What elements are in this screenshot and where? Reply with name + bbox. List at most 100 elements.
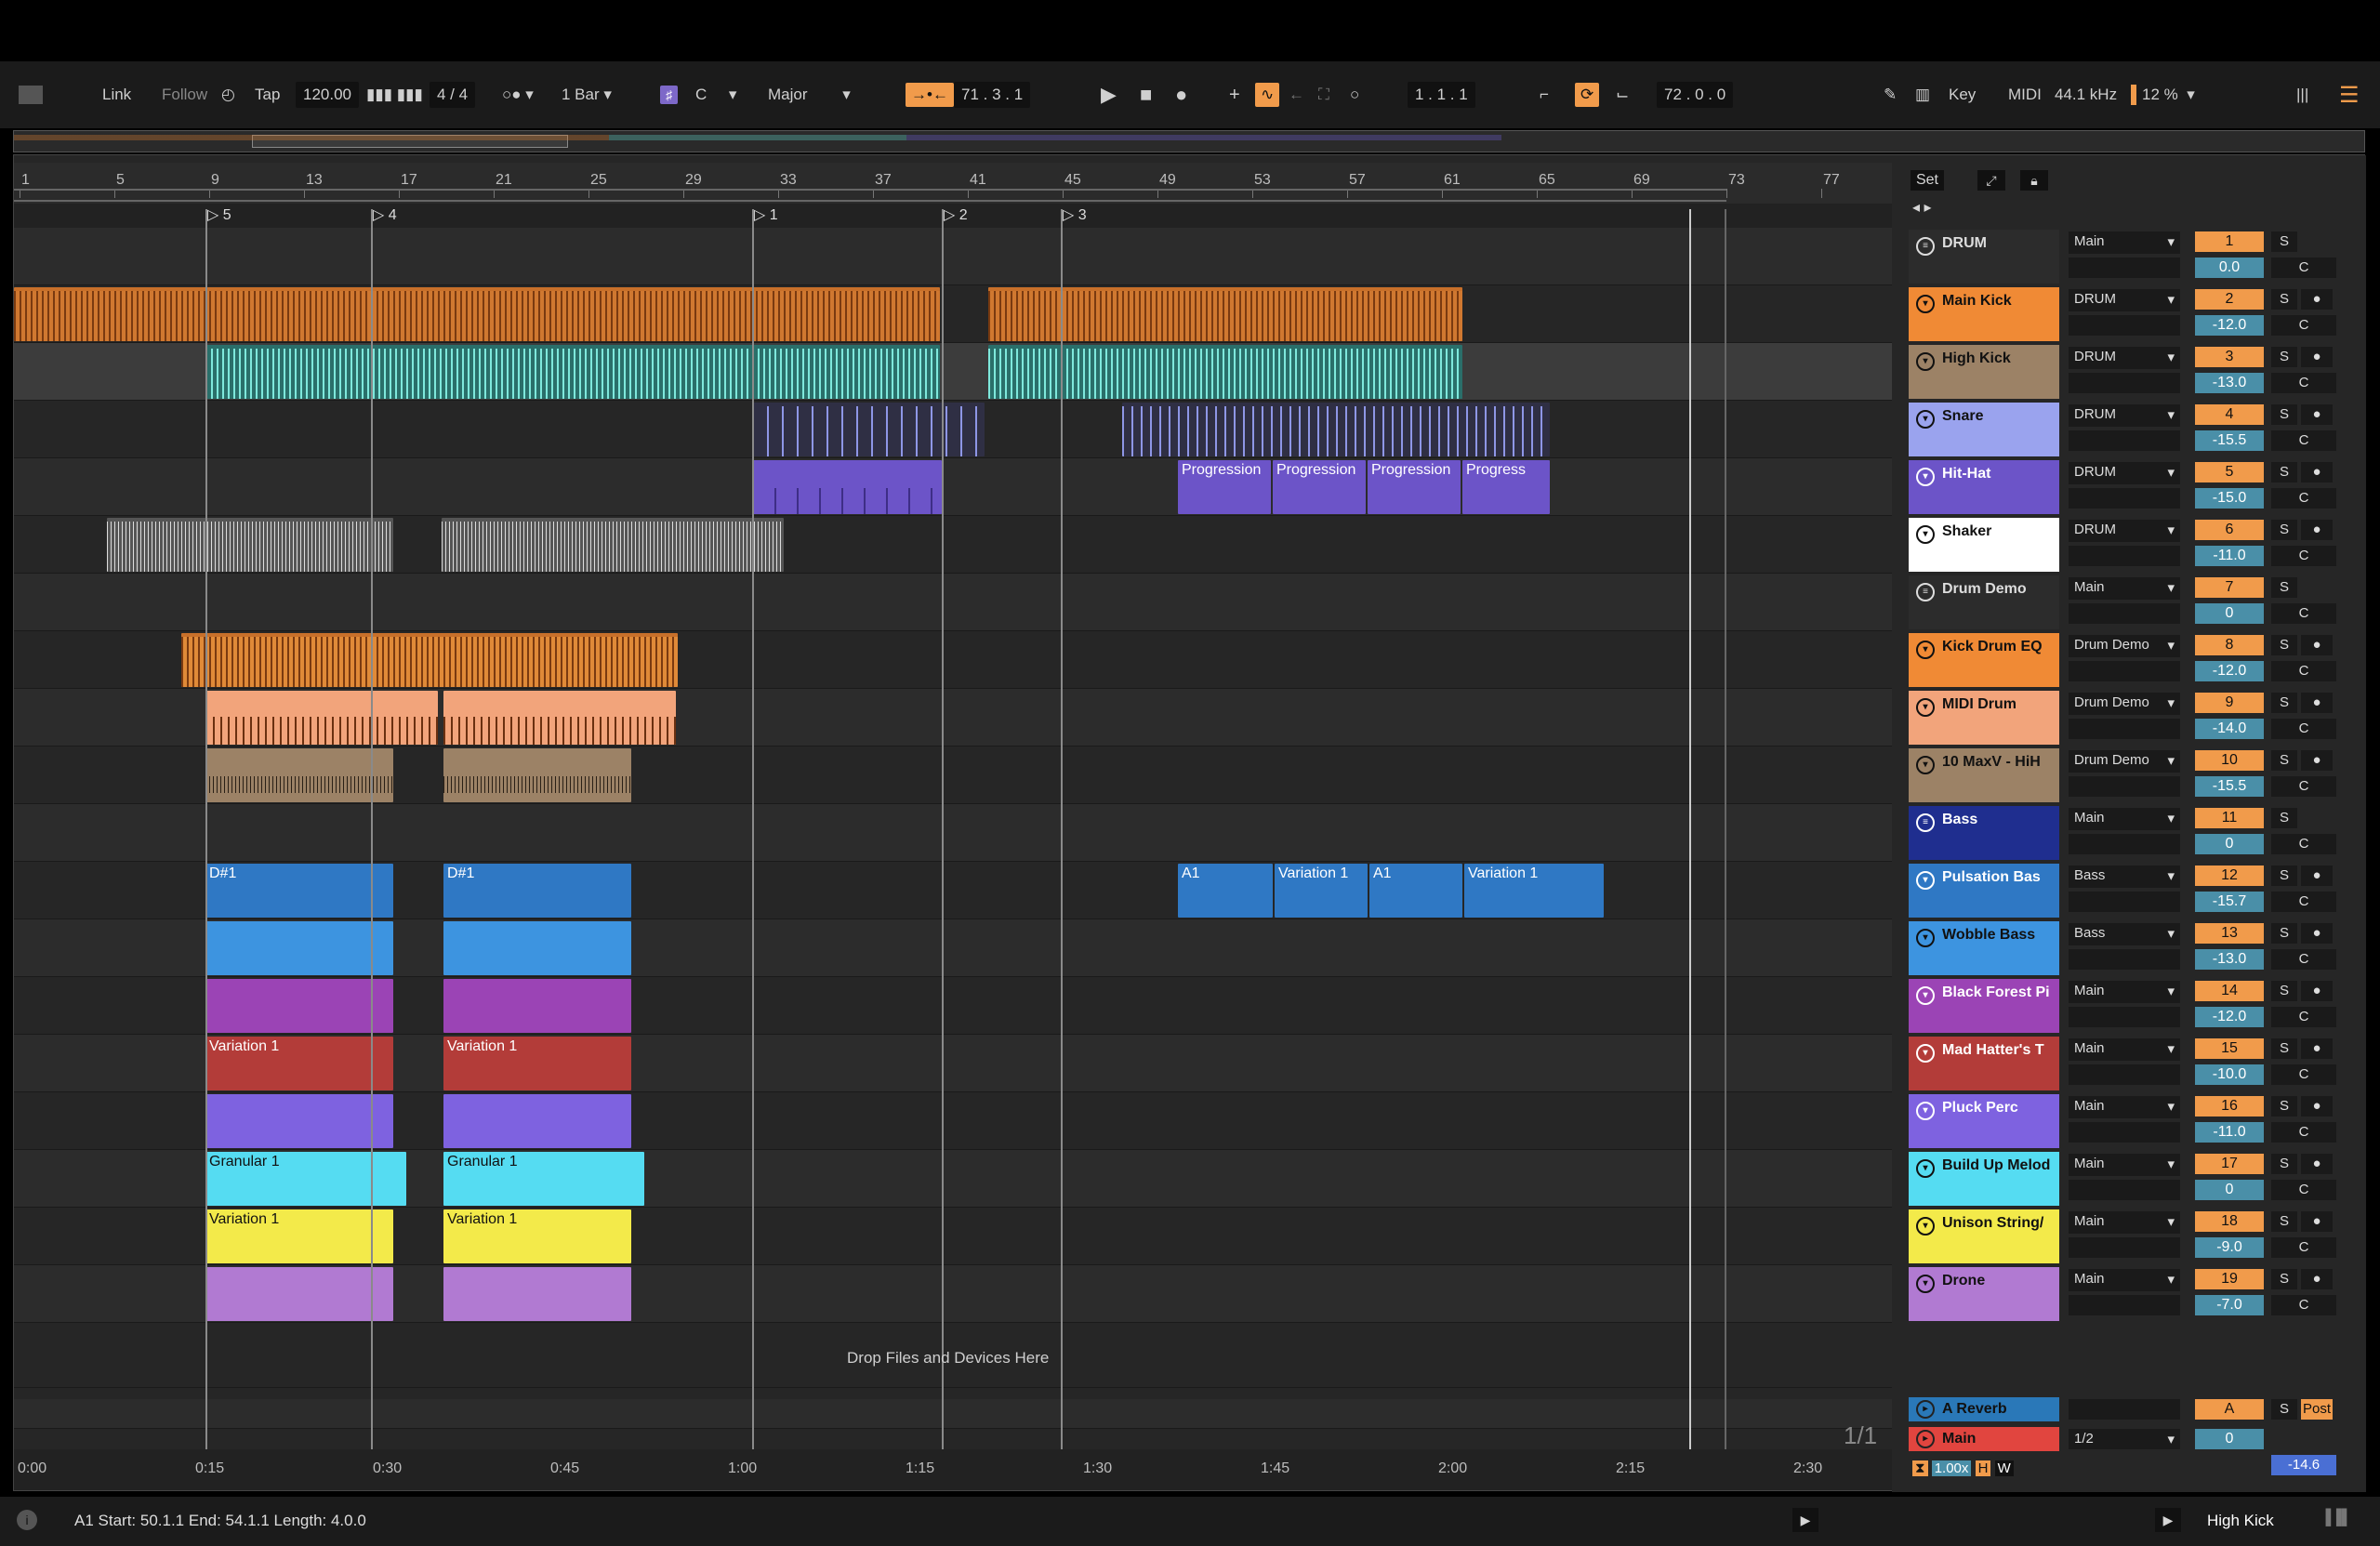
volume-field[interactable]: -9.0 xyxy=(2195,1237,2264,1258)
track-header[interactable]: ▾ Unison String/Main ▾ 18 -9.0 S C ● xyxy=(1892,1208,2347,1265)
lane-pluck-perc[interactable] xyxy=(14,1092,1892,1150)
volume-field[interactable]: -14.0 xyxy=(2195,719,2264,739)
clip[interactable]: Variation 1 xyxy=(205,1037,393,1090)
pan-field[interactable]: C xyxy=(2271,603,2336,624)
lane-unison-string[interactable]: Variation 1 Variation 1 xyxy=(14,1208,1892,1265)
track-name[interactable]: ▾ Shaker xyxy=(1909,518,2059,572)
track-header[interactable]: ▾ 10 MaxV - HiH Drum Demo ▾ 10 -15.5 S C ● xyxy=(1892,747,2347,804)
clip[interactable]: Progression xyxy=(1273,460,1366,514)
pan-field[interactable]: C xyxy=(2271,315,2336,336)
time-signature-field[interactable]: 4 / 4 xyxy=(430,61,476,128)
layout-icon[interactable]: ||| xyxy=(2296,61,2308,128)
lane-drone[interactable] xyxy=(14,1265,1892,1323)
volume-field[interactable]: 0 xyxy=(2195,834,2264,854)
locator-2[interactable]: ▷ 2 xyxy=(944,205,968,224)
zoom-control[interactable]: ⧗ 1.00x H W xyxy=(1912,1460,2014,1476)
locator-3[interactable]: ▷ 3 xyxy=(1063,205,1087,224)
fold-icon[interactable]: ▾ xyxy=(1916,756,1935,774)
track-activator[interactable]: 8 xyxy=(2195,635,2264,655)
return-track-a[interactable]: ▸ A Reverb A S Post xyxy=(1892,1395,2347,1423)
pan-field[interactable]: C xyxy=(2271,373,2336,393)
fold-icon[interactable]: ▾ xyxy=(1916,352,1935,371)
pan-field[interactable]: C xyxy=(2271,1122,2336,1143)
solo-button[interactable]: S xyxy=(2271,347,2297,367)
clip[interactable] xyxy=(14,287,940,341)
routing-channel-select[interactable] xyxy=(2069,719,2180,739)
arm-icon[interactable]: ● xyxy=(2301,750,2333,771)
nav-arrows-icon[interactable]: ◂ ▸ xyxy=(1912,198,1932,217)
fold-icon[interactable]: ▸ xyxy=(1916,1430,1935,1448)
arm-icon[interactable]: ● xyxy=(2301,520,2333,540)
clip[interactable]: A1 xyxy=(1369,864,1462,918)
pan-field[interactable]: -14.6 xyxy=(2271,1455,2336,1475)
key-map-button[interactable]: Key xyxy=(1949,61,1976,128)
pan-field[interactable]: C xyxy=(2271,488,2336,509)
track-header[interactable]: ▾ MIDI Drum Drum Demo ▾ 9 -14.0 S C ● xyxy=(1892,689,2347,747)
volume-field[interactable]: 0 xyxy=(2195,1180,2264,1200)
menu-icon[interactable]: ☰ xyxy=(2339,61,2360,128)
pan-field[interactable]: C xyxy=(2271,1295,2336,1315)
lane-high-kick[interactable] xyxy=(14,343,1892,401)
clip[interactable] xyxy=(205,921,393,975)
track-name[interactable]: ≡ Bass xyxy=(1909,806,2059,860)
lane-kick-drum-eq[interactable] xyxy=(14,631,1892,689)
locator-4[interactable]: ▷ 4 xyxy=(373,205,397,224)
locator-lane[interactable]: ▷ 5 ▷ 4 ▷ 1 ▷ 2 ▷ 3 xyxy=(14,204,1892,228)
locator-5[interactable]: ▷ 5 xyxy=(207,205,231,224)
follow-button[interactable]: Follow xyxy=(162,61,207,128)
track-activator[interactable]: 5 xyxy=(2195,462,2264,482)
fold-icon[interactable]: ≡ xyxy=(1916,237,1935,256)
lane-maxv-hihat[interactable] xyxy=(14,747,1892,804)
lane-shaker[interactable] xyxy=(14,516,1892,574)
link-button[interactable]: Link xyxy=(102,61,131,128)
lane-bass-group[interactable] xyxy=(14,804,1892,862)
lane-build-up-melody[interactable]: Granular 1 Granular 1 xyxy=(14,1150,1892,1208)
stop-button[interactable]: ■ xyxy=(1140,61,1152,128)
pan-field[interactable]: C xyxy=(2271,892,2336,912)
solo-button[interactable]: S xyxy=(2271,577,2297,598)
lane-hit-hat[interactable]: Progression Progression Progression Prog… xyxy=(14,458,1892,516)
metronome-icon[interactable]: ◴ xyxy=(221,61,235,128)
clip[interactable]: Granular 1 xyxy=(443,1152,644,1206)
arm-icon[interactable]: ● xyxy=(2301,347,2333,367)
track-header[interactable]: ▾ Hit-Hat DRUM ▾ 5 -15.0 S C ● xyxy=(1892,458,2347,516)
track-header[interactable]: ▾ Kick Drum EQ Drum Demo ▾ 8 -12.0 S C ● xyxy=(1892,631,2347,689)
automation-arm-icon[interactable]: ∿ xyxy=(1255,61,1280,128)
track-header[interactable]: ▾ Build Up Melod Main ▾ 17 0 S C ● xyxy=(1892,1150,2347,1208)
track-name[interactable]: ▾ Snare xyxy=(1909,403,2059,456)
solo-button[interactable]: S xyxy=(2271,1154,2297,1174)
post-button[interactable]: Post xyxy=(2301,1399,2333,1420)
fold-icon[interactable]: ▾ xyxy=(1916,295,1935,313)
info-icon[interactable]: i xyxy=(17,1510,37,1530)
arm-icon[interactable]: ● xyxy=(2301,1269,2333,1289)
routing-channel-select[interactable] xyxy=(2069,315,2180,336)
pan-field[interactable]: C xyxy=(2271,1237,2336,1258)
arm-icon[interactable]: ● xyxy=(2301,981,2333,1001)
solo-button[interactable]: S xyxy=(2271,289,2297,310)
track-header[interactable]: ▾ Black Forest Pi Main ▾ 14 -12.0 S C ● xyxy=(1892,977,2347,1035)
pan-field[interactable]: C xyxy=(2271,949,2336,970)
track-header[interactable]: ▾ Mad Hatter's T Main ▾ 15 -10.0 S C ● xyxy=(1892,1035,2347,1092)
arrangement-overview[interactable] xyxy=(13,130,2365,152)
fold-icon[interactable]: ≡ xyxy=(1916,813,1935,832)
volume-field[interactable]: 0 xyxy=(2195,603,2264,624)
routing-channel-select[interactable] xyxy=(2069,949,2180,970)
quantize-select[interactable]: 1 Bar ▾ xyxy=(562,61,612,128)
expand-icon[interactable]: ⤢ xyxy=(1977,170,2005,191)
routing-select[interactable]: Main ▾ xyxy=(2069,231,2180,254)
solo-button[interactable]: S xyxy=(2271,865,2297,886)
lane-drum-demo-group[interactable] xyxy=(14,574,1892,631)
track-activator[interactable]: 7 xyxy=(2195,577,2264,598)
track-name[interactable]: ▾ Kick Drum EQ xyxy=(1909,633,2059,687)
track-header[interactable]: ▾ High Kick DRUM ▾ 3 -13.0 S C ● xyxy=(1892,343,2347,401)
clip[interactable] xyxy=(443,979,631,1033)
track-header[interactable]: ▾ Snare DRUM ▾ 4 -15.5 S C ● xyxy=(1892,401,2347,458)
pan-field[interactable]: C xyxy=(2271,430,2336,451)
track-name[interactable]: ▾ Black Forest Pi xyxy=(1909,979,2059,1033)
clip[interactable]: Progress xyxy=(1462,460,1550,514)
fold-icon[interactable]: ▾ xyxy=(1916,1275,1935,1293)
volume-field[interactable]: -15.5 xyxy=(2195,430,2264,451)
clip[interactable] xyxy=(205,748,393,802)
arm-icon[interactable]: ● xyxy=(2301,635,2333,655)
loop-brace[interactable] xyxy=(14,189,1726,202)
